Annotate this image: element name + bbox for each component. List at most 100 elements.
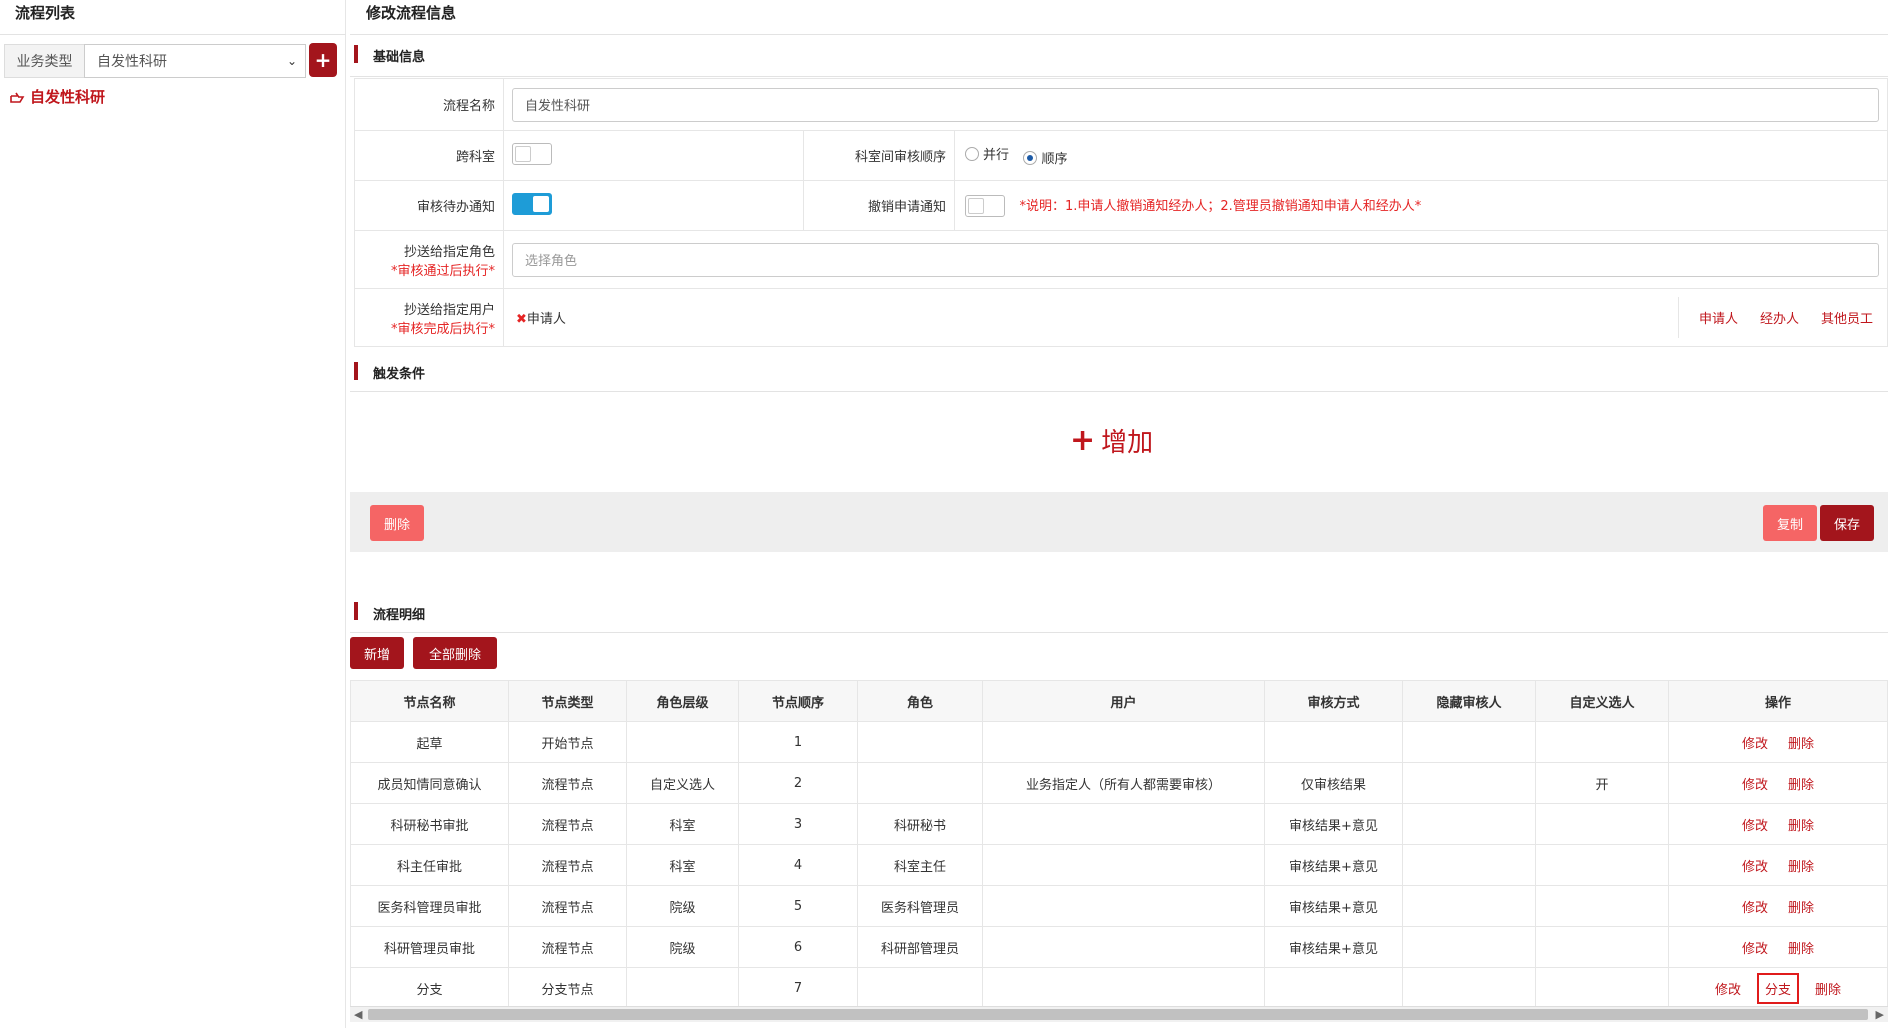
delete-node-link[interactable]: 删除 bbox=[1788, 860, 1814, 875]
edit-node-link[interactable]: 修改 bbox=[1742, 942, 1768, 957]
delete-all-nodes-button[interactable]: 全部删除 bbox=[413, 637, 497, 669]
pick-handler-link[interactable]: 经办人 bbox=[1760, 308, 1799, 327]
col-node-order: 节点顺序 bbox=[738, 680, 858, 722]
plus-icon: + bbox=[314, 48, 332, 72]
table-cell: 科主任审批 bbox=[350, 844, 509, 886]
table-cell: 流程节点 bbox=[508, 762, 627, 804]
table-cell: 院级 bbox=[626, 885, 739, 927]
edit-node-link[interactable]: 修改 bbox=[1742, 737, 1768, 752]
add-condition-button[interactable]: + 增加 bbox=[1070, 422, 1153, 459]
table-cell: 审核结果+意见 bbox=[1264, 803, 1403, 845]
revoke-note: *说明：1.申请人撤销通知经办人；2.管理员撤销通知申请人和经办人* bbox=[1019, 198, 1422, 214]
table-cell: 科室 bbox=[626, 803, 739, 845]
order-sequential-radio[interactable]: 顺序 bbox=[1023, 148, 1067, 167]
col-operations: 操作 bbox=[1668, 680, 1888, 722]
detail-title: 流程明细 bbox=[373, 608, 426, 623]
table-row: 科研秘书审批 流程节点 科室 3 科研秘书 审核结果+意见 修改 删除 bbox=[350, 803, 1888, 845]
cc-role-select[interactable]: 选择角色 bbox=[512, 242, 1879, 277]
table-cell: 科室 bbox=[626, 844, 739, 886]
delete-node-link[interactable]: 删除 bbox=[1788, 819, 1814, 834]
cc-user-requirement: *审核完成后执行* bbox=[390, 321, 495, 337]
cross-dept-cell bbox=[503, 130, 804, 181]
basic-info-title: 基础信息 bbox=[373, 50, 426, 65]
scroll-left-icon[interactable]: ◀ bbox=[354, 1007, 362, 1023]
add-condition-label: 增加 bbox=[1101, 428, 1154, 458]
radio-dot bbox=[965, 146, 979, 161]
business-type-value: 自发性科研 bbox=[97, 54, 167, 70]
table-cell: 3 bbox=[738, 803, 858, 845]
col-hidden-auditor: 隐藏审核人 bbox=[1402, 680, 1536, 722]
revoke-notify-toggle[interactable] bbox=[965, 194, 1005, 217]
remove-tag-icon[interactable]: ✖ bbox=[516, 312, 527, 327]
operations-cell: 修改 删除 bbox=[1668, 844, 1888, 886]
audit-notify-label: 审核待办通知 bbox=[354, 180, 504, 231]
horizontal-scrollbar[interactable]: ◀ ▶ bbox=[350, 1006, 1888, 1022]
scroll-right-icon[interactable]: ▶ bbox=[1876, 1007, 1884, 1023]
table-row: 分支 分支节点 7 修改 分支 删除 bbox=[350, 967, 1888, 1009]
delete-node-link[interactable]: 删除 bbox=[1788, 737, 1814, 752]
edit-node-link[interactable]: 修改 bbox=[1742, 819, 1768, 834]
delete-node-link[interactable]: 删除 bbox=[1788, 778, 1814, 793]
process-name-input[interactable]: 自发性科研 bbox=[512, 87, 1879, 122]
audit-notify-toggle[interactable] bbox=[512, 192, 552, 215]
edit-node-link[interactable]: 修改 bbox=[1742, 860, 1768, 875]
order-parallel-radio[interactable]: 并行 bbox=[965, 144, 1009, 163]
table-cell: 医务科管理员审批 bbox=[350, 885, 509, 927]
operations-cell: 修改 删除 bbox=[1668, 926, 1888, 968]
table-row: 科研管理员审批 流程节点 院级 6 科研部管理员 审核结果+意见 修改 删除 bbox=[350, 926, 1888, 968]
add-process-button[interactable]: + bbox=[309, 43, 337, 77]
table-cell bbox=[1535, 803, 1669, 845]
table-cell bbox=[1535, 926, 1669, 968]
table-cell: 2 bbox=[738, 762, 858, 804]
cc-user-cell: ✖申请人 申请人 经办人 其他员工 bbox=[503, 288, 1888, 347]
col-node-name: 节点名称 bbox=[350, 680, 509, 722]
table-cell bbox=[1535, 967, 1669, 1009]
table-cell: 4 bbox=[738, 844, 858, 886]
edit-node-link[interactable]: 修改 bbox=[1715, 983, 1741, 998]
table-cell: 科研管理员审批 bbox=[350, 926, 509, 968]
cc-user-label-cell: 抄送给指定用户 *审核完成后执行* bbox=[354, 288, 504, 347]
delete-node-link[interactable]: 删除 bbox=[1788, 901, 1814, 916]
trigger-title: 触发条件 bbox=[373, 367, 426, 382]
delete-process-button[interactable]: 删除 bbox=[370, 505, 424, 541]
process-list-panel bbox=[0, 0, 346, 1028]
process-tree-item[interactable]: 自发性科研 bbox=[10, 86, 105, 107]
pick-applicant-link[interactable]: 申请人 bbox=[1699, 308, 1738, 327]
section-marker bbox=[354, 45, 358, 63]
save-button[interactable]: 保存 bbox=[1820, 505, 1874, 541]
delete-node-link[interactable]: 删除 bbox=[1788, 942, 1814, 957]
operations-cell: 修改 删除 bbox=[1668, 721, 1888, 763]
delete-node-link[interactable]: 删除 bbox=[1815, 983, 1841, 998]
table-cell bbox=[982, 844, 1265, 886]
table-cell: 流程节点 bbox=[508, 803, 627, 845]
chevron-down-icon: ⌄ bbox=[286, 54, 297, 68]
table-cell: 6 bbox=[738, 926, 858, 968]
audit-notify-cell bbox=[503, 180, 804, 231]
col-role-level: 角色层级 bbox=[626, 680, 739, 722]
process-list-title: 流程列表 bbox=[15, 4, 76, 22]
copy-button[interactable]: 复制 bbox=[1763, 505, 1817, 541]
scroll-thumb[interactable] bbox=[368, 1009, 1868, 1020]
order-parallel-label: 并行 bbox=[983, 148, 1010, 163]
table-cell bbox=[1402, 762, 1536, 804]
edit-node-link[interactable]: 修改 bbox=[1742, 901, 1768, 916]
section-divider bbox=[350, 76, 1888, 77]
cross-dept-toggle[interactable] bbox=[512, 142, 552, 165]
section-divider bbox=[350, 391, 1888, 392]
process-tree-item-label: 自发性科研 bbox=[30, 88, 106, 106]
add-node-button[interactable]: 新增 bbox=[350, 637, 404, 669]
table-cell: 1 bbox=[738, 721, 858, 763]
business-type-select[interactable]: 自发性科研 ⌄ bbox=[84, 44, 306, 78]
table-cell bbox=[982, 803, 1265, 845]
branch-node-link[interactable]: 分支 bbox=[1756, 972, 1799, 1004]
table-cell: 科研秘书审批 bbox=[350, 803, 509, 845]
table-cell bbox=[1535, 885, 1669, 927]
table-cell: 7 bbox=[738, 967, 858, 1009]
pick-other-staff-link[interactable]: 其他员工 bbox=[1821, 308, 1873, 327]
user-tag: ✖申请人 bbox=[516, 312, 566, 327]
cross-dept-label: 跨科室 bbox=[354, 130, 504, 181]
toggle-knob bbox=[515, 145, 531, 162]
table-cell bbox=[1535, 721, 1669, 763]
dept-order-cell: 并行 顺序 bbox=[954, 130, 1888, 181]
edit-node-link[interactable]: 修改 bbox=[1742, 778, 1768, 793]
